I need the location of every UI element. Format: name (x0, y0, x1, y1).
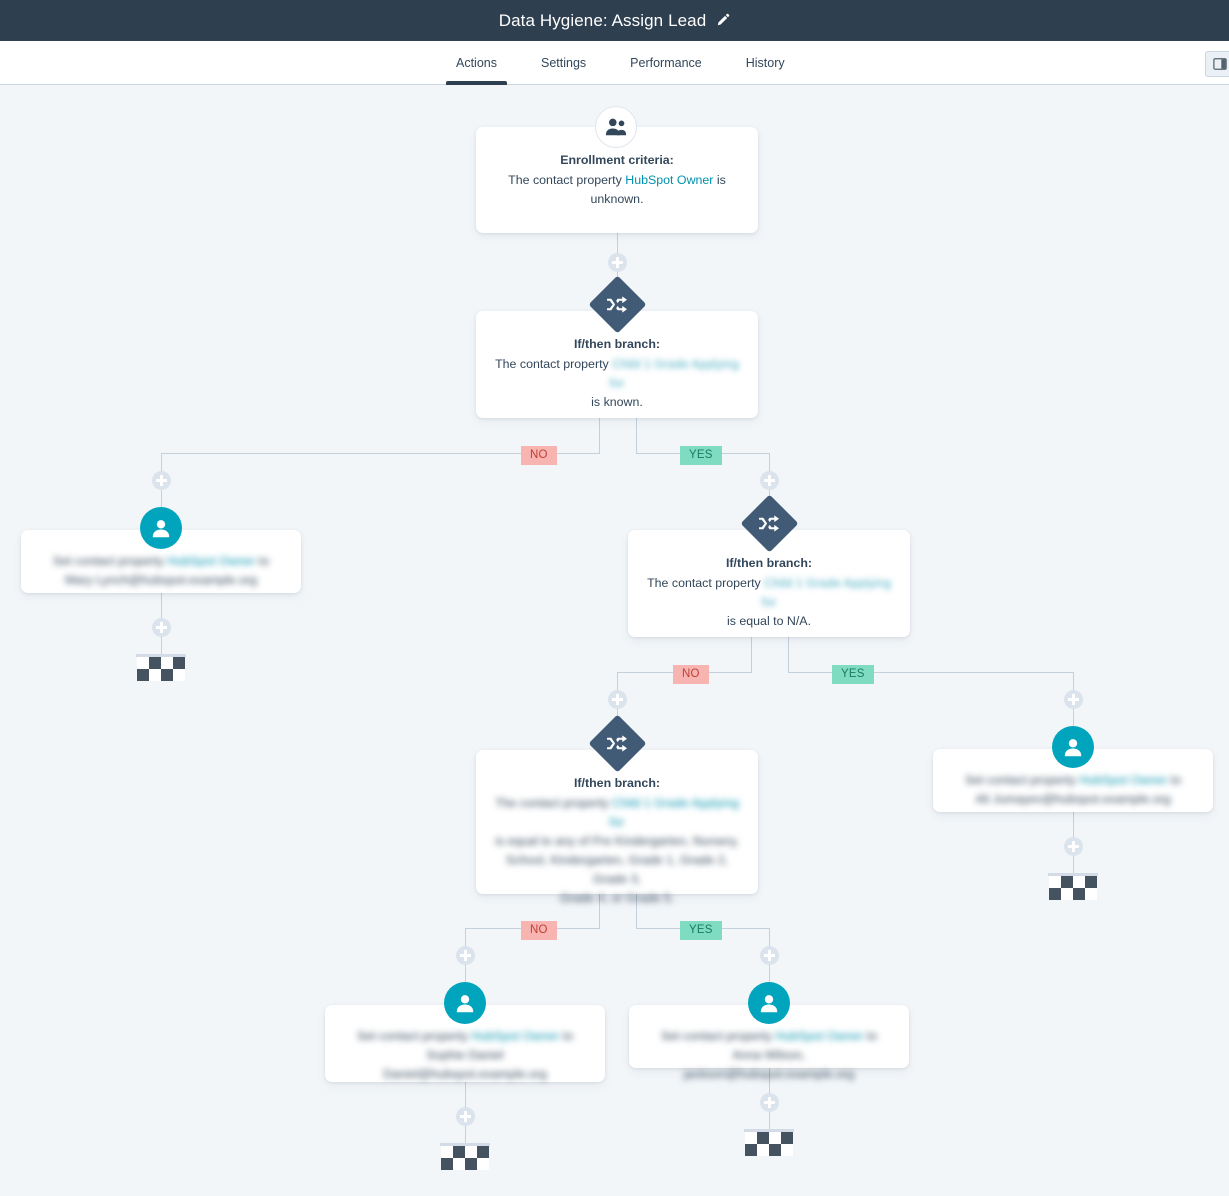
person-icon-action-bottom-right (748, 982, 790, 1024)
connector-branch2-yes-stem (788, 637, 789, 672)
add-action-button-5[interactable] (608, 690, 627, 709)
checkered-flag-icon-3 (440, 1143, 490, 1170)
add-action-button-2[interactable] (152, 471, 171, 490)
enrollment-text-before: The contact property (508, 173, 626, 187)
panel-toggle-icon[interactable] (1205, 51, 1229, 77)
add-action-button-6[interactable] (1064, 690, 1083, 709)
action-left-value: Mary Lynch@hubspot.example.org (65, 573, 257, 587)
branch3-badge-no: NO (521, 921, 557, 940)
tab-list: Actions Settings Performance History (434, 41, 807, 85)
branch3-line2: is equal to any of Pre Kindergarten, Nur… (495, 834, 739, 848)
add-action-button-9[interactable] (760, 946, 779, 965)
action-bottom-left-text-after: to (559, 1029, 574, 1043)
branch3-title: If/then branch: (573, 776, 661, 790)
action-bottom-left-value-1: Sophie Daniel (426, 1048, 504, 1062)
branch2-body: The contact property Child 1 Grade Apply… (646, 574, 892, 631)
branch3-line3: School, Kindergarten, Grade 1, Grade 2, … (505, 853, 729, 886)
branch1-property-link[interactable]: Child 1 Grade Applying for (610, 357, 739, 390)
branch2-text-before: The contact property (647, 576, 765, 590)
connector-branch2-no-stem (751, 637, 752, 672)
tab-settings[interactable]: Settings (519, 41, 608, 85)
person-icon-action-left (140, 507, 182, 549)
branch3-line4: Grade 4, or Grade 5. (559, 891, 675, 905)
connector-branch1-yes-stem (636, 418, 637, 453)
action-left-body: Set contact property HubSpot Owner to Ma… (39, 552, 283, 590)
action-bottom-right-body: Set contact property HubSpot Owner to An… (647, 1027, 891, 1084)
app-header: Data Hygiene: Assign Lead (0, 0, 1229, 41)
branch3-body: The contact property Child 1 Grade Apply… (494, 794, 740, 908)
action-bottom-left-body: Set contact property HubSpot Owner to So… (343, 1027, 587, 1084)
branch2-property-link[interactable]: Child 1 Grade Applying for (762, 576, 891, 609)
action-left-text-after: to (255, 554, 270, 568)
person-icon-action-right (1052, 726, 1094, 768)
connector-branch2-yes-horizontal (788, 672, 1074, 673)
branch2-badge-no: NO (673, 665, 709, 684)
action-right-text-after: to (1167, 773, 1182, 787)
tab-history[interactable]: History (724, 41, 807, 85)
person-icon-action-bottom-left (444, 982, 486, 1024)
action-left-property-link[interactable]: HubSpot Owner (167, 554, 255, 568)
add-action-button-4[interactable] (152, 618, 171, 637)
action-right-text-before: Set contact property (964, 773, 1080, 787)
branch2-text-after: is equal to N/A. (726, 614, 812, 628)
checkered-flag-icon-2 (1048, 873, 1098, 900)
branch1-body: The contact property Child 1 Grade Apply… (494, 355, 740, 412)
contacts-icon (595, 106, 637, 148)
branch3-badge-yes: YES (680, 921, 722, 940)
checkered-flag-icon-4 (744, 1129, 794, 1156)
add-action-button-8[interactable] (456, 946, 475, 965)
workflow-title-text: Data Hygiene: Assign Lead (498, 10, 707, 30)
action-bottom-right-text-before: Set contact property (660, 1029, 776, 1043)
tab-bar: Actions Settings Performance History (0, 41, 1229, 85)
action-right-value: Ali Jumayev@hubspot.example.org (975, 792, 1171, 806)
pencil-icon[interactable] (715, 13, 730, 28)
action-bottom-right-property-link[interactable]: HubSpot Owner (775, 1029, 863, 1043)
workflow-canvas[interactable]: Enrollment criteria: The contact propert… (0, 86, 1229, 1196)
add-action-button-10[interactable] (456, 1107, 475, 1126)
action-left-text-before: Set contact property (52, 554, 168, 568)
branch3-property-link[interactable]: Child 1 Grade Applying for (610, 796, 739, 829)
action-right-body: Set contact property HubSpot Owner to Al… (951, 771, 1195, 809)
action-bottom-left-text-before: Set contact property (356, 1029, 472, 1043)
branch1-text-before: The contact property (495, 357, 613, 371)
action-right-property-link[interactable]: HubSpot Owner (1079, 773, 1167, 787)
action-bottom-left-value-2: Daniel@hubspot.example.org (383, 1067, 547, 1081)
checkered-flag-icon-1 (136, 654, 186, 681)
tab-actions[interactable]: Actions (434, 41, 519, 85)
branch3-text-before: The contact property (495, 796, 613, 810)
tab-performance[interactable]: Performance (608, 41, 724, 85)
branch1-badge-no: NO (521, 446, 557, 465)
branch1-text-after: is known. (591, 395, 643, 409)
enrollment-property-link[interactable]: HubSpot Owner (625, 173, 713, 187)
branch1-title: If/then branch: (573, 337, 661, 351)
action-bottom-right-value: Anna Wilson, jackson@hubspot.example.org (683, 1048, 855, 1081)
add-action-button-3[interactable] (760, 471, 779, 490)
branch2-badge-yes: YES (832, 665, 874, 684)
action-bottom-right-text-after: to (863, 1029, 878, 1043)
add-action-button-7[interactable] (1064, 837, 1083, 856)
page-title: Data Hygiene: Assign Lead (499, 11, 731, 31)
enrollment-title: Enrollment criteria: (560, 153, 674, 167)
action-bottom-left-property-link[interactable]: HubSpot Owner (471, 1029, 559, 1043)
enrollment-body: The contact property HubSpot Owner is un… (494, 171, 740, 209)
connector-branch1-no-stem (599, 418, 600, 453)
add-action-button-11[interactable] (760, 1093, 779, 1112)
branch1-badge-yes: YES (680, 446, 722, 465)
branch2-title: If/then branch: (725, 556, 813, 570)
add-action-button-1[interactable] (608, 253, 627, 272)
